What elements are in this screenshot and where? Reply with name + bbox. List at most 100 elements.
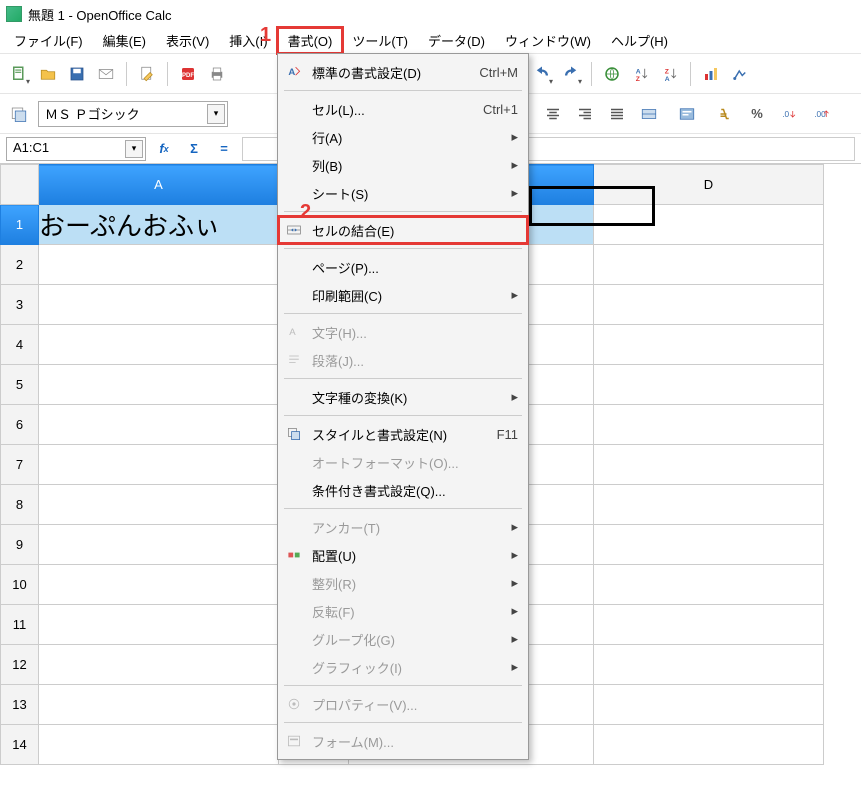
row-header-11[interactable]: 11 xyxy=(1,605,39,645)
cell[interactable] xyxy=(594,285,824,325)
sort-desc-icon[interactable]: ZA xyxy=(657,61,683,87)
col-header-d[interactable]: D xyxy=(594,165,824,205)
annotation-2: 2 xyxy=(300,201,311,224)
menu-sheet[interactable]: シート(S) ▸ xyxy=(278,179,528,207)
row-header-8[interactable]: 8 xyxy=(1,485,39,525)
sum-icon[interactable]: Σ xyxy=(182,137,206,161)
cell[interactable] xyxy=(39,245,279,285)
menubar: ファイル(F) 編集(E) 表示(V) 挿入(I) 書式(O) ツール(T) デ… xyxy=(0,28,861,54)
undo-icon[interactable] xyxy=(529,61,555,87)
cell[interactable] xyxy=(39,445,279,485)
menu-merge-cells[interactable]: セルの結合(E) xyxy=(278,216,528,244)
cell[interactable] xyxy=(39,725,279,765)
name-box[interactable]: A1:C1 ▾ xyxy=(6,137,146,161)
row-header-7[interactable]: 7 xyxy=(1,445,39,485)
menu-alignment[interactable]: 配置(U) ▸ xyxy=(278,541,528,569)
cell[interactable] xyxy=(39,605,279,645)
row-header-6[interactable]: 6 xyxy=(1,405,39,445)
menu-default-formatting[interactable]: A 標準の書式設定(D) Ctrl+M xyxy=(278,58,528,86)
open-icon[interactable] xyxy=(35,61,61,87)
function-wizard-icon[interactable]: fx xyxy=(152,137,176,161)
new-doc-icon[interactable] xyxy=(6,61,32,87)
export-pdf-icon[interactable]: PDF xyxy=(175,61,201,87)
edit-doc-icon[interactable] xyxy=(134,61,160,87)
cell[interactable] xyxy=(594,565,824,605)
menu-row[interactable]: 行(A) ▸ xyxy=(278,123,528,151)
row-header-13[interactable]: 13 xyxy=(1,685,39,725)
merge-cells-icon[interactable] xyxy=(636,101,662,127)
percent-icon[interactable]: % xyxy=(744,101,770,127)
cell[interactable] xyxy=(594,365,824,405)
menu-data[interactable]: データ(D) xyxy=(418,28,495,53)
row-header-2[interactable]: 2 xyxy=(1,245,39,285)
align-center-icon[interactable] xyxy=(540,101,566,127)
equals-icon[interactable]: = xyxy=(212,137,236,161)
row-header-12[interactable]: 12 xyxy=(1,645,39,685)
redo-icon[interactable] xyxy=(558,61,584,87)
sort-asc-icon[interactable]: AZ xyxy=(628,61,654,87)
align-justify-icon[interactable] xyxy=(604,101,630,127)
col-header-a[interactable]: A xyxy=(39,165,279,205)
menu-flip: 反転(F) ▸ xyxy=(278,597,528,625)
remove-decimal-icon[interactable]: .00 xyxy=(808,101,834,127)
cell[interactable] xyxy=(39,405,279,445)
menu-tools[interactable]: ツール(T) xyxy=(342,28,418,53)
hyperlink-icon[interactable] xyxy=(599,61,625,87)
cell-d1[interactable] xyxy=(594,205,824,245)
menu-conditional[interactable]: 条件付き書式設定(Q)... xyxy=(278,476,528,504)
menu-view[interactable]: 表示(V) xyxy=(156,28,219,53)
cell[interactable] xyxy=(39,525,279,565)
cell[interactable] xyxy=(594,525,824,565)
save-icon[interactable] xyxy=(64,61,90,87)
menu-format[interactable]: 書式(O) xyxy=(278,28,343,53)
menu-page[interactable]: ページ(P)... xyxy=(278,253,528,281)
currency-icon[interactable] xyxy=(712,101,738,127)
chevron-down-icon[interactable]: ▾ xyxy=(207,104,225,124)
cell[interactable] xyxy=(39,565,279,605)
email-icon[interactable] xyxy=(93,61,119,87)
menu-styles[interactable]: スタイルと書式設定(N) F11 xyxy=(278,420,528,448)
menu-help[interactable]: ヘルプ(H) xyxy=(601,28,678,53)
cell[interactable] xyxy=(39,285,279,325)
cell[interactable] xyxy=(39,485,279,525)
cell[interactable] xyxy=(594,725,824,765)
cell[interactable] xyxy=(39,685,279,725)
row-header-9[interactable]: 9 xyxy=(1,525,39,565)
cell[interactable] xyxy=(39,365,279,405)
row-header-3[interactable]: 3 xyxy=(1,285,39,325)
row-header-4[interactable]: 4 xyxy=(1,325,39,365)
menu-change-case[interactable]: 文字種の変換(K) ▸ xyxy=(278,383,528,411)
cell[interactable] xyxy=(594,645,824,685)
add-decimal-icon[interactable]: .0 xyxy=(776,101,802,127)
cell[interactable] xyxy=(594,445,824,485)
show-draw-icon[interactable] xyxy=(727,61,753,87)
row-header-14[interactable]: 14 xyxy=(1,725,39,765)
menu-cells[interactable]: セル(L)... Ctrl+1 xyxy=(278,95,528,123)
submenu-arrow-icon: ▸ xyxy=(511,659,518,675)
row-header-5[interactable]: 5 xyxy=(1,365,39,405)
font-name-combo[interactable]: ＭＳ Ｐゴシック ▾ xyxy=(38,101,228,127)
menu-print-range[interactable]: 印刷範囲(C) ▸ xyxy=(278,281,528,309)
chevron-down-icon[interactable]: ▾ xyxy=(125,140,143,158)
select-all-corner[interactable] xyxy=(1,165,39,205)
print-icon[interactable] xyxy=(204,61,230,87)
chart-icon[interactable] xyxy=(698,61,724,87)
cell[interactable] xyxy=(594,605,824,645)
cell[interactable] xyxy=(39,325,279,365)
cell[interactable] xyxy=(594,245,824,285)
menu-window[interactable]: ウィンドウ(W) xyxy=(495,28,601,53)
cell[interactable] xyxy=(39,645,279,685)
cell[interactable] xyxy=(594,485,824,525)
menu-edit[interactable]: 編集(E) xyxy=(93,28,156,53)
menu-column[interactable]: 列(B) ▸ xyxy=(278,151,528,179)
cell[interactable] xyxy=(594,325,824,365)
wrap-text-icon[interactable] xyxy=(674,101,700,127)
row-header-10[interactable]: 10 xyxy=(1,565,39,605)
styles-dropdown-icon[interactable] xyxy=(6,101,32,127)
cell[interactable] xyxy=(594,685,824,725)
cell[interactable] xyxy=(594,405,824,445)
align-right-icon[interactable] xyxy=(572,101,598,127)
cell-a1[interactable]: おーぷんおふぃ xyxy=(39,205,279,245)
menu-file[interactable]: ファイル(F) xyxy=(4,28,93,53)
row-header-1[interactable]: 1 xyxy=(1,205,39,245)
